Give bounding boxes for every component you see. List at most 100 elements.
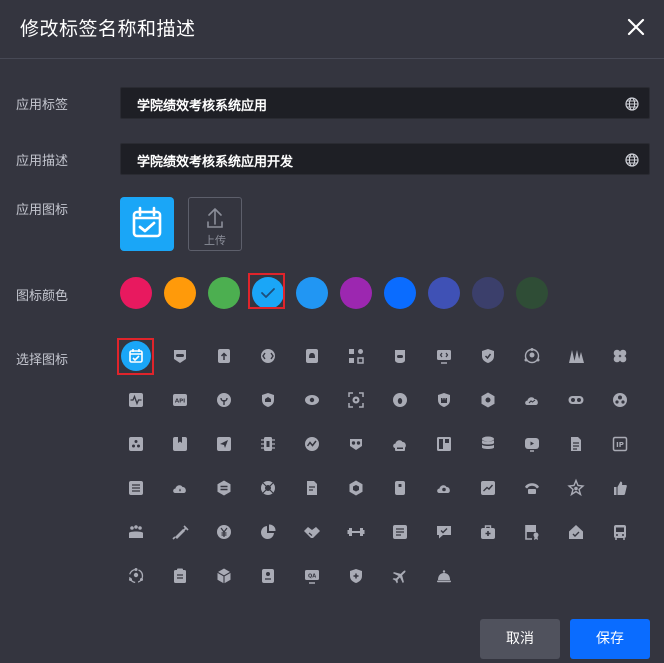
scan-grid-icon[interactable] [343, 343, 369, 369]
play-tv-icon[interactable] [519, 431, 545, 457]
globe-icon[interactable] [625, 152, 639, 167]
robot-icon[interactable] [387, 343, 413, 369]
clipboard-icon[interactable] [167, 563, 193, 589]
database-icon[interactable] [475, 431, 501, 457]
airplane-icon[interactable] [387, 563, 413, 589]
phone-box-icon[interactable] [387, 475, 413, 501]
upload-button[interactable]: 上传 [188, 197, 242, 251]
hexagon-eye-icon[interactable] [475, 387, 501, 413]
document-icon[interactable] [563, 431, 589, 457]
app-tag-label: 应用标签 [16, 98, 69, 113]
list-box-icon[interactable] [123, 475, 149, 501]
save-button[interactable]: 保存 [570, 619, 650, 659]
api-icon[interactable]: API [167, 387, 193, 413]
cycle-person-icon[interactable] [123, 563, 149, 589]
upload-label: 上传 [204, 234, 226, 247]
app-desc-label: 应用描述 [16, 154, 69, 169]
toggle-pill-icon[interactable] [563, 387, 589, 413]
app-tag-input[interactable]: 学院绩效考核系统应用 [120, 87, 650, 119]
app-desc-input[interactable]: 学院绩效考核系统应用开发 [120, 143, 650, 175]
svg-text:QA: QA [308, 574, 316, 580]
swap-hexagon-icon[interactable] [211, 475, 237, 501]
star-badge-icon[interactable] [563, 475, 589, 501]
choose-icon-label: 选择图标 [16, 353, 69, 368]
color-swatch[interactable] [208, 277, 240, 309]
waveform-icon[interactable] [123, 387, 149, 413]
upload-box-icon[interactable] [211, 343, 237, 369]
ip-icon[interactable]: IP [607, 431, 633, 457]
qa-screen-icon[interactable]: QA [299, 563, 325, 589]
package-box-icon[interactable] [211, 563, 237, 589]
medical-kit-icon[interactable] [475, 519, 501, 545]
bus-icon[interactable] [607, 519, 633, 545]
cloud-drop-icon[interactable] [167, 475, 193, 501]
pie-chart-icon[interactable] [255, 519, 281, 545]
shield-check-icon[interactable] [475, 343, 501, 369]
server-chip-icon[interactable] [255, 431, 281, 457]
color-swatch[interactable] [296, 277, 328, 309]
color-swatch[interactable] [516, 277, 548, 309]
service-bell-icon[interactable] [431, 563, 457, 589]
upload-icon [207, 208, 223, 228]
cloud-box-icon[interactable] [387, 431, 413, 457]
leaf-icon[interactable] [211, 387, 237, 413]
color-swatch[interactable] [164, 277, 196, 309]
globe-bug-icon[interactable] [387, 387, 413, 413]
dialog-header: 修改标签名称和描述 [0, 0, 664, 59]
glasses-badge-icon[interactable] [343, 431, 369, 457]
activity-circle-icon[interactable] [299, 431, 325, 457]
handshake-icon[interactable] [299, 519, 325, 545]
cube-hexagon-icon[interactable] [343, 475, 369, 501]
edit-tag-dialog: 修改标签名称和描述 应用标签 学院绩效考核系统应用 应用描述 学院绩效考核系统应… [0, 0, 664, 663]
chart-up-icon[interactable] [475, 475, 501, 501]
shield-plus-icon[interactable] [343, 563, 369, 589]
clover-icon[interactable] [607, 343, 633, 369]
id-card-icon[interactable] [255, 563, 281, 589]
eye-icon[interactable] [299, 387, 325, 413]
network-person-icon[interactable] [519, 343, 545, 369]
color-swatch[interactable] [384, 277, 416, 309]
globe-icon[interactable] [625, 96, 639, 111]
app-tag-value: 学院绩效考核系统应用 [137, 99, 268, 114]
document-edit-icon[interactable] [299, 475, 325, 501]
certificate-icon[interactable] [519, 519, 545, 545]
team-circle-icon[interactable] [607, 387, 633, 413]
cloud-chart-icon[interactable] [519, 387, 545, 413]
app-desc-value: 学院绩效考核系统应用开发 [137, 155, 294, 170]
castle-shield-icon[interactable] [431, 387, 457, 413]
yen-icon[interactable] [211, 519, 237, 545]
selected-swatch-frame [248, 273, 285, 309]
calendar-check-icon [132, 206, 162, 238]
code-screen-icon[interactable] [431, 343, 457, 369]
bookmark-box-icon[interactable] [167, 431, 193, 457]
scan-eye-icon[interactable] [343, 387, 369, 413]
cloud-upload-icon[interactable] [431, 475, 457, 501]
bell-box-icon[interactable] [299, 343, 325, 369]
lifebuoy-icon[interactable] [255, 475, 281, 501]
syringe-icon[interactable] [167, 519, 193, 545]
gamepad-badge-icon[interactable] [167, 343, 193, 369]
home-shield-icon[interactable] [255, 387, 281, 413]
app-icon-label: 应用图标 [16, 203, 69, 218]
color-swatch[interactable] [472, 277, 504, 309]
color-swatch[interactable] [120, 277, 152, 309]
app-icon-preview [120, 197, 174, 251]
send-box-icon[interactable] [211, 431, 237, 457]
color-swatch[interactable] [340, 277, 372, 309]
color-swatch[interactable] [428, 277, 460, 309]
list-doc-icon[interactable] [387, 519, 413, 545]
svg-text:IP: IP [616, 441, 624, 449]
home-check-icon[interactable] [563, 519, 589, 545]
plants-icon[interactable] [563, 343, 589, 369]
group-icon[interactable] [123, 519, 149, 545]
close-icon[interactable] [626, 17, 646, 37]
cancel-button[interactable]: 取消 [480, 619, 560, 659]
phone-ring-icon[interactable] [519, 475, 545, 501]
chat-check-icon[interactable] [431, 519, 457, 545]
layout-icon[interactable] [431, 431, 457, 457]
code-globe-icon[interactable] [255, 343, 281, 369]
svg-text:API: API [175, 399, 185, 405]
dumbbell-icon[interactable] [343, 519, 369, 545]
triangle-box-icon[interactable] [123, 431, 149, 457]
thumbs-up-icon[interactable] [607, 475, 633, 501]
